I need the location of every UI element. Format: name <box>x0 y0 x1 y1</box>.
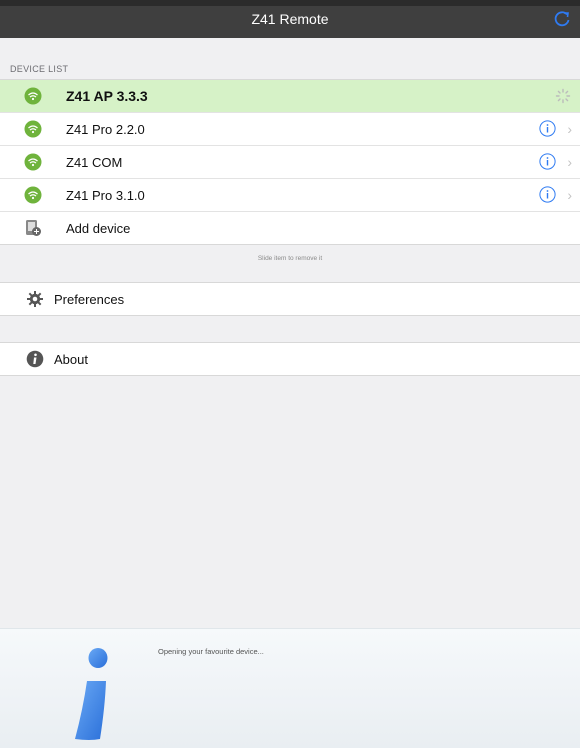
device-row[interactable]: Z41 Pro 3.1.0 › <box>0 179 580 212</box>
loading-spinner-icon <box>555 88 571 104</box>
chevron-right-icon: › <box>567 187 572 203</box>
device-row[interactable]: Z41 AP 3.3.3 <box>0 80 580 113</box>
wifi-device-icon <box>24 186 42 204</box>
status-footer: Opening your favourite device... <box>0 628 580 748</box>
device-row[interactable]: Z41 Pro 2.2.0 › <box>0 113 580 146</box>
preferences-row[interactable]: Preferences <box>0 282 580 316</box>
info-i-logo-icon <box>75 648 108 740</box>
status-message: Opening your favourite device... <box>158 647 264 656</box>
navigation-bar: Z41 Remote <box>0 0 580 38</box>
wifi-device-icon <box>24 120 42 138</box>
add-device-icon <box>26 220 41 236</box>
refresh-icon[interactable] <box>552 9 572 29</box>
info-icon[interactable] <box>539 153 556 170</box>
wifi-device-icon <box>24 87 42 105</box>
chevron-right-icon: › <box>567 121 572 137</box>
status-strip <box>0 0 580 6</box>
wifi-device-icon <box>24 153 42 171</box>
chevron-right-icon: › <box>567 154 572 170</box>
app-title: Z41 Remote <box>251 11 329 27</box>
device-row[interactable]: Z41 COM › <box>0 146 580 179</box>
preferences-label: Preferences <box>54 292 125 307</box>
slide-hint: Slide item to remove it <box>257 255 323 262</box>
device-label: Z41 AP 3.3.3 <box>66 88 148 104</box>
info-circle-icon <box>26 350 44 368</box>
add-device-label: Add device <box>66 221 131 236</box>
device-label: Z41 COM <box>66 155 123 170</box>
about-row[interactable]: About <box>0 342 580 376</box>
device-label: Z41 Pro 2.2.0 <box>66 122 145 137</box>
device-label: Z41 Pro 3.1.0 <box>66 188 145 203</box>
about-label: About <box>54 352 88 367</box>
device-list: Z41 AP 3.3.3 Z41 Pro 2.2.0 › Z41 COM › Z… <box>0 79 580 245</box>
gear-icon <box>27 291 43 307</box>
device-list-header: DEVICE LIST <box>10 64 69 74</box>
add-device-row[interactable]: Add device <box>0 212 580 244</box>
info-icon[interactable] <box>539 186 556 203</box>
info-icon[interactable] <box>539 120 556 137</box>
